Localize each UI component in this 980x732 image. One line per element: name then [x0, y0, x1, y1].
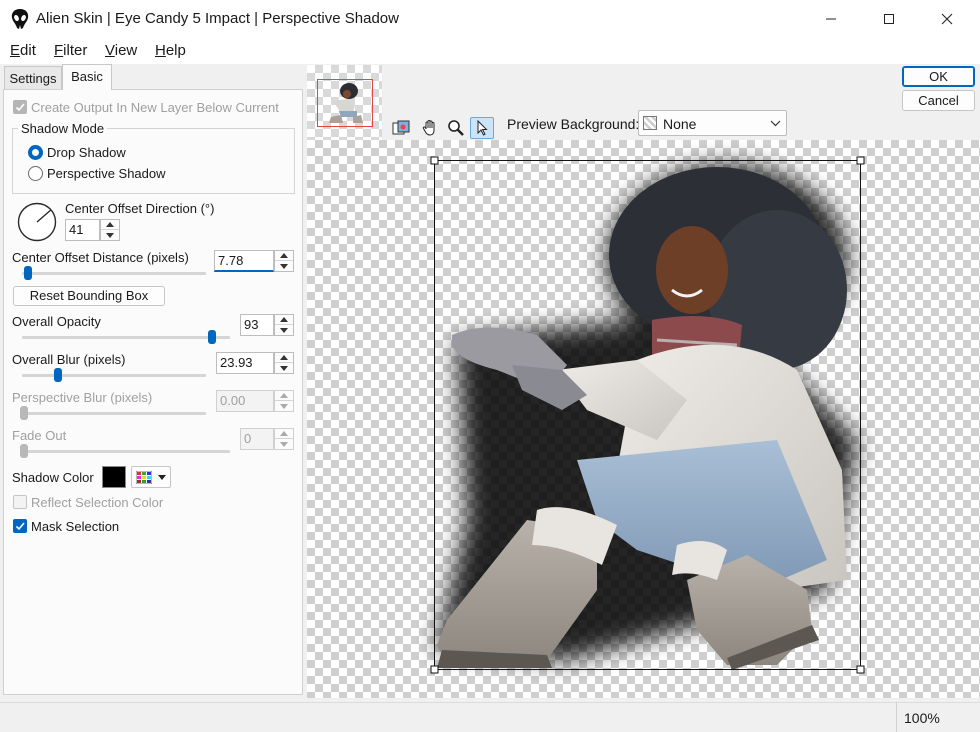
palette-grid-icon	[136, 471, 152, 484]
perspective-blur-thumb[interactable]	[20, 406, 28, 420]
fade-out-label: Fade Out	[12, 428, 67, 443]
perspective-blur-field[interactable]: 0.00	[216, 390, 274, 412]
center-offset-distance-field[interactable]: 7.78	[214, 250, 274, 272]
menu-edit[interactable]: Edit	[10, 42, 36, 59]
navigator-preview-image	[317, 79, 373, 127]
spin-down-icon	[280, 263, 288, 269]
navigator-thumbnail[interactable]	[307, 65, 382, 140]
center-offset-direction-spinner[interactable]	[100, 219, 120, 241]
dropdown-arrow-icon	[158, 475, 166, 480]
shadow-color-swatch[interactable]	[102, 466, 126, 488]
spin-up-icon	[280, 355, 288, 360]
zoom-level: 100%	[904, 710, 940, 726]
center-offset-distance-thumb[interactable]	[24, 266, 32, 280]
perspective-blur-spinner[interactable]	[274, 390, 294, 412]
compare-preview-tool[interactable]	[389, 117, 413, 139]
reflect-selection-color-checkbox[interactable]	[13, 495, 27, 509]
checkmark-icon	[15, 522, 25, 531]
spin-up-icon	[280, 317, 288, 322]
overall-opacity-field[interactable]: 93	[240, 314, 274, 336]
overall-blur-label: Overall Blur (pixels)	[12, 352, 126, 367]
tab-settings[interactable]: Settings	[4, 66, 62, 90]
alien-skin-logo-icon	[11, 9, 29, 29]
fade-out-thumb[interactable]	[20, 444, 28, 458]
perspective-shadow-label: Perspective Shadow	[47, 166, 166, 181]
center-offset-distance-track[interactable]	[22, 272, 206, 275]
hand-pan-icon	[422, 119, 435, 136]
preview-image	[430, 156, 865, 674]
perspective-blur-label: Perspective Blur (pixels)	[12, 390, 153, 405]
overall-opacity-thumb[interactable]	[208, 330, 216, 344]
arrow-pointer-icon	[477, 120, 488, 136]
compare-preview-icon	[392, 120, 410, 135]
zoom-tool[interactable]	[444, 117, 468, 139]
window-title: Alien Skin | Eye Candy 5 Impact | Perspe…	[36, 10, 399, 27]
direction-dial[interactable]	[17, 202, 57, 242]
minimize-icon	[826, 18, 836, 20]
menu-bar	[0, 38, 980, 64]
fade-out-spinner[interactable]	[274, 428, 294, 450]
magnifier-icon	[448, 120, 464, 136]
chevron-down-icon	[770, 120, 781, 127]
menu-help[interactable]: Help	[155, 42, 186, 59]
spin-down-icon	[106, 232, 114, 238]
shadow-color-label: Shadow Color	[12, 470, 94, 485]
overall-opacity-track[interactable]	[22, 336, 230, 339]
close-button[interactable]	[924, 0, 970, 38]
overall-opacity-spinner[interactable]	[274, 314, 294, 336]
background-swatch-icon	[643, 116, 657, 130]
mask-selection-checkbox[interactable]	[13, 519, 27, 533]
spin-down-icon	[280, 441, 288, 447]
overall-blur-thumb[interactable]	[54, 368, 62, 382]
cancel-button[interactable]: Cancel	[902, 90, 975, 111]
mask-selection-label: Mask Selection	[31, 519, 120, 534]
preview-background-dropdown[interactable]: None	[638, 110, 787, 136]
overall-blur-track[interactable]	[22, 374, 206, 377]
spin-down-icon	[280, 403, 288, 409]
ok-button[interactable]: OK	[902, 66, 975, 87]
overall-blur-field[interactable]: 23.93	[216, 352, 274, 374]
shadow-mode-label: Shadow Mode	[18, 121, 108, 136]
status-divider	[896, 702, 897, 732]
preview-background-value: None	[663, 116, 697, 132]
maximize-button[interactable]	[866, 0, 912, 38]
overall-blur-spinner[interactable]	[274, 352, 294, 374]
spin-up-icon	[280, 393, 288, 398]
perspective-blur-track[interactable]	[22, 412, 206, 415]
checkmark-icon	[15, 103, 25, 112]
drop-shadow-label: Drop Shadow	[47, 145, 126, 160]
create-output-checkbox[interactable]	[13, 100, 27, 114]
minimize-button[interactable]	[808, 0, 854, 38]
preview-background-label: Preview Background:	[507, 116, 640, 132]
shadow-mode-group	[12, 128, 295, 194]
spin-down-icon	[280, 365, 288, 371]
perspective-shadow-radio[interactable]	[28, 166, 43, 181]
reset-bounding-box-button[interactable]: Reset Bounding Box	[13, 286, 165, 306]
reflect-selection-color-label: Reflect Selection Color	[31, 495, 164, 510]
overall-opacity-label: Overall Opacity	[12, 314, 101, 329]
hand-tool[interactable]	[418, 117, 442, 139]
color-palette-button[interactable]	[131, 466, 171, 488]
create-output-label: Create Output In New Layer Below Current	[31, 100, 279, 115]
drop-shadow-radio[interactable]	[28, 145, 43, 160]
center-offset-direction-field[interactable]: 41	[65, 219, 100, 241]
spin-up-icon	[280, 253, 288, 258]
spin-up-icon	[106, 222, 114, 227]
fade-out-track[interactable]	[22, 450, 230, 453]
close-icon	[941, 13, 953, 25]
menu-view[interactable]: View	[105, 42, 137, 59]
spin-up-icon	[280, 431, 288, 436]
center-offset-direction-label: Center Offset Direction (°)	[65, 201, 215, 216]
center-offset-distance-spinner[interactable]	[274, 250, 294, 272]
maximize-icon	[884, 14, 894, 24]
menu-filter[interactable]: Filter	[54, 42, 87, 59]
tab-basic[interactable]: Basic	[62, 64, 112, 90]
select-tool[interactable]	[470, 117, 494, 139]
fade-out-field[interactable]: 0	[240, 428, 274, 450]
spin-down-icon	[280, 327, 288, 333]
center-offset-distance-label: Center Offset Distance (pixels)	[12, 250, 189, 265]
status-bar	[0, 702, 980, 732]
